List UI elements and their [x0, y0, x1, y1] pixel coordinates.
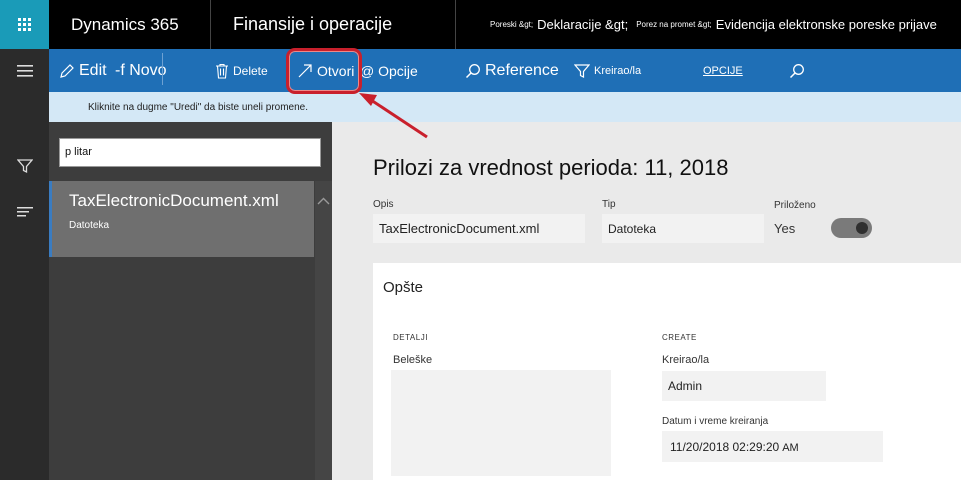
- action-bar: Edit -f Novo Delete Otvori @ Opcije Refe…: [49, 49, 961, 92]
- breadcrumb-item[interactable]: Poreski &gt;: [490, 20, 533, 29]
- breadcrumb-item[interactable]: Porez na promet &gt;: [636, 20, 712, 29]
- created-at-field[interactable]: 11/20/2018 02:29:20 AM: [662, 431, 883, 462]
- description-label: Opis: [373, 199, 394, 210]
- create-section-label: CREATE: [662, 333, 697, 342]
- created-by-field[interactable]: Admin: [662, 371, 826, 401]
- search-icon: [789, 63, 804, 78]
- module-title[interactable]: Finansije i operacije: [212, 0, 456, 49]
- page-title: Prilozi za vrednost perioda: 11, 2018: [373, 155, 729, 180]
- list-icon[interactable]: [0, 206, 49, 218]
- list-scrollbar[interactable]: [315, 181, 332, 480]
- edit-label: Edit: [79, 61, 107, 79]
- created-by-filter-label: Kreirao/la: [594, 64, 642, 77]
- chevron-up-icon[interactable]: [315, 194, 332, 208]
- options-label: @ Opcije: [360, 62, 418, 79]
- search-icon: [465, 63, 480, 78]
- attached-label: Priloženo: [774, 200, 816, 211]
- waffle-icon: [18, 18, 31, 31]
- list-item-title: TaxElectronicDocument.xml: [69, 191, 279, 210]
- created-at-ampm: AM: [782, 442, 799, 454]
- created-at-value: 11/20/2018 02:29:20: [670, 439, 780, 454]
- notes-field[interactable]: [391, 370, 611, 476]
- options-menu-label: OPCIJE: [703, 64, 743, 77]
- breadcrumb-item[interactable]: Evidencija elektronske poreske prijave: [716, 17, 937, 32]
- info-message: Kliknite na dugme "Uredi" da biste uneli…: [88, 101, 308, 113]
- edit-button[interactable]: Edit: [59, 49, 107, 92]
- created-at-label: Datum i vreme kreiranja: [662, 416, 769, 427]
- general-card: Opšte DETALJI Beleške CREATE Kreirao/la …: [373, 263, 961, 480]
- info-bar: Kliknite na dugme "Uredi" da biste uneli…: [49, 92, 961, 122]
- filter-input[interactable]: p litar: [59, 138, 321, 167]
- delete-button[interactable]: Delete: [215, 49, 268, 92]
- breadcrumb-item[interactable]: Deklaracije &gt;: [537, 17, 628, 32]
- notes-label: Beleške: [393, 354, 433, 366]
- options-menu-button[interactable]: OPCIJE: [703, 49, 743, 92]
- new-button[interactable]: -f Novo: [115, 49, 167, 92]
- created-by-filter-button[interactable]: Kreirao/la: [574, 49, 641, 92]
- detail-pane: Prilozi za vrednost perioda: 11, 2018 Op…: [332, 122, 961, 480]
- app-launcher-button[interactable]: [0, 0, 49, 49]
- general-card-title[interactable]: Opšte: [383, 279, 423, 296]
- attached-toggle[interactable]: [831, 218, 872, 238]
- filter-icon: [574, 63, 590, 78]
- top-bar: Dynamics 365 Finansije i operacije Pores…: [0, 0, 961, 49]
- list-item[interactable]: TaxElectronicDocument.xml Datoteka: [49, 181, 314, 257]
- menu-icon[interactable]: [0, 65, 49, 77]
- trash-icon: [216, 63, 228, 79]
- attached-value: Yes: [774, 221, 796, 236]
- brand-title[interactable]: Dynamics 365: [49, 0, 211, 49]
- list-item-subtitle: Datoteka: [69, 220, 110, 231]
- details-section-label: DETALJI: [393, 333, 428, 342]
- reference-button[interactable]: Reference: [465, 49, 559, 92]
- created-by-label: Kreirao/la: [662, 354, 710, 366]
- pencil-icon: [60, 63, 74, 78]
- new-label: -f Novo: [115, 61, 167, 79]
- highlight-box: [286, 48, 362, 94]
- type-field[interactable]: Datoteka: [602, 214, 764, 243]
- filter-icon[interactable]: [0, 158, 49, 174]
- action-divider: [162, 53, 163, 85]
- delete-label: Delete: [233, 63, 268, 78]
- description-field[interactable]: TaxElectronicDocument.xml: [373, 214, 585, 243]
- reference-label: Reference: [485, 61, 559, 79]
- type-label: Tip: [602, 199, 616, 210]
- search-button[interactable]: [789, 49, 809, 92]
- list-pane: p litar TaxElectronicDocument.xml Datote…: [49, 122, 332, 480]
- toggle-knob: [856, 222, 868, 234]
- breadcrumb: Poreski &gt; Deklaracije &gt; Porez na p…: [456, 0, 961, 49]
- options-button[interactable]: @ Opcije: [360, 49, 418, 92]
- left-nav: [0, 49, 49, 480]
